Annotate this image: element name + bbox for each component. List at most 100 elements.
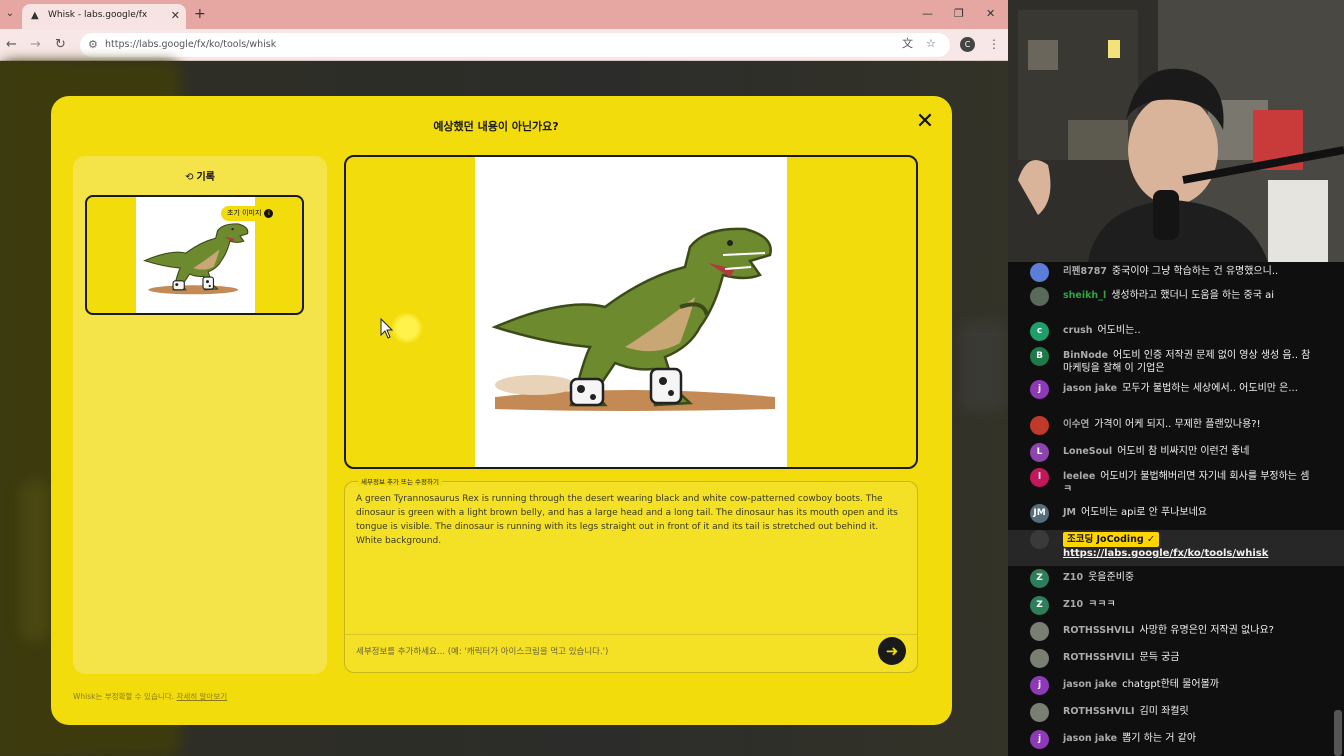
chat-avatar[interactable]: Z	[1030, 596, 1049, 615]
chat-author[interactable]: 이수연	[1063, 419, 1089, 430]
back-arrow-icon[interactable]: ←	[6, 37, 17, 53]
chat-author[interactable]: ROTHSSHVILI	[1063, 652, 1135, 663]
chat-author[interactable]: ROTHSSHVILI	[1063, 625, 1135, 636]
chat-author[interactable]: Z10	[1063, 572, 1083, 583]
feedback-modal: 예상했던 내용이 아닌가요? ✕ ⟲ 기록 초기 이미지 i 세부정보 추가 또…	[51, 96, 952, 725]
chat-author[interactable]: LoneSoul	[1063, 446, 1112, 457]
tab-search-icon[interactable]: ⌄	[2, 6, 18, 22]
chat-message-body: ROTHSSHVILI 김미 좌컬릿	[1063, 705, 1313, 718]
chat-avatar[interactable]: JM	[1030, 504, 1049, 523]
chat-author[interactable]: jason jake	[1063, 383, 1117, 394]
chat-text: 모두가 불법하는 세상에서.. 어도비만 은...	[1122, 383, 1298, 394]
chat-message: ROTHSSHVILI 사망한 유명은인 저작권 없나요?	[1008, 622, 1344, 646]
chat-author[interactable]: ROTHSSHVILI	[1063, 706, 1135, 717]
chat-author[interactable]: 조코딩 JoCoding ✓	[1063, 532, 1159, 547]
chat-message: B BinNode 어도비 인증 저작권 문제 없이 영상 생성 음.. 참 마케팅…	[1008, 347, 1344, 379]
chat-text[interactable]: https://labs.google/fx/ko/tools/whisk	[1063, 548, 1268, 559]
prompt-editor[interactable]: A green Tyrannosaurus Rex is running thr…	[344, 481, 918, 673]
minimize-icon[interactable]: —	[922, 7, 933, 21]
chat-message-body: Z10 ㅋㅋㅋ	[1063, 598, 1313, 611]
profile-avatar[interactable]: C	[960, 37, 975, 52]
chat-avatar[interactable]	[1030, 416, 1049, 435]
history-icon: ⟲	[185, 172, 194, 183]
history-thumbnail[interactable]: 초기 이미지 i	[85, 195, 304, 315]
chat-avatar[interactable]: B	[1030, 347, 1049, 366]
chat-author[interactable]: sheikh_l	[1063, 290, 1106, 301]
chat-avatar[interactable]: Z	[1030, 569, 1049, 588]
info-icon[interactable]: i	[264, 208, 274, 218]
chat-author[interactable]: crush	[1063, 325, 1093, 336]
chat-author[interactable]: JM	[1063, 507, 1076, 518]
chat-avatar[interactable]: j	[1030, 380, 1049, 399]
site-info-icon[interactable]: ⚙	[88, 38, 98, 52]
disclaimer: Whisk는 부정확할 수 있습니다. 자세히 알아보기	[73, 691, 227, 702]
chat-scrollbar[interactable]	[1334, 710, 1342, 756]
chat-text: chatgpt한테 물어볼까	[1122, 679, 1219, 690]
chat-avatar[interactable]: j	[1030, 676, 1049, 695]
chat-avatar[interactable]: L	[1030, 443, 1049, 462]
chat-text: 문득 궁금	[1139, 652, 1180, 663]
chat-message-body: ROTHSSHVILI 사망한 유명은인 저작권 없나요?	[1063, 624, 1313, 637]
forward-arrow-icon[interactable]: →	[30, 37, 41, 53]
chat-avatar[interactable]	[1030, 287, 1049, 306]
disclaimer-text: Whisk는 부정확할 수 있습니다.	[73, 692, 175, 701]
chat-avatar[interactable]	[1030, 649, 1049, 668]
chat-avatar[interactable]	[1030, 703, 1049, 722]
cursor-highlight	[390, 313, 424, 343]
chat-message-body: LoneSoul 어도비 참 비싸지만 이런건 좋네	[1063, 445, 1313, 458]
new-tab-icon[interactable]: +	[194, 6, 206, 22]
chat-message: ROTHSSHVILI 문득 궁금	[1008, 649, 1344, 673]
history-label: 기록	[196, 172, 215, 183]
tab-title: Whisk - labs.google/fx	[48, 10, 148, 20]
chat-message-body: BinNode 어도비 인증 저작권 문제 없이 영상 생성 음.. 참 마케팅을…	[1063, 349, 1313, 375]
chat-message: JM JM 어도비는 api로 안 푸나보네요	[1008, 504, 1344, 528]
screen: ⌄ ▲ Whisk - labs.google/fx ✕ + — ❐ ✕ ← →…	[0, 0, 1344, 756]
chat-author[interactable]: BinNode	[1063, 350, 1108, 361]
more-menu-icon[interactable]: ⋮	[988, 36, 1000, 52]
chat-text: 가격이 어케 되지.. 무제한 플랜있나용?!	[1094, 419, 1261, 430]
reload-icon[interactable]: ↻	[55, 37, 66, 53]
prompt-text[interactable]: A green Tyrannosaurus Rex is running thr…	[356, 492, 904, 548]
chat-author[interactable]: jason jake	[1063, 733, 1117, 744]
browser-tab[interactable]: ▲ Whisk - labs.google/fx ✕	[22, 4, 186, 29]
submit-arrow-button[interactable]: ➜	[878, 637, 906, 665]
chat-avatar[interactable]: j	[1030, 730, 1049, 749]
chat-message-body: JM 어도비는 api로 안 푸나보네요	[1063, 506, 1313, 519]
streamer-video	[1008, 0, 1344, 262]
bookmark-star-icon[interactable]: ☆	[926, 37, 936, 51]
restore-icon[interactable]: ❐	[954, 7, 964, 21]
chat-avatar[interactable]	[1030, 263, 1049, 282]
detail-input[interactable]	[356, 644, 866, 660]
learn-more-link[interactable]: 자세히 알아보기	[176, 692, 227, 701]
chat-author[interactable]: 리펜8787	[1063, 266, 1107, 277]
chat-text: 어도비가 불법해버리면 자기네 회사를 부정하는 셈 ㅋ	[1063, 471, 1310, 495]
chat-text: 어도비는 api로 안 푸나보네요	[1081, 507, 1207, 518]
backdrop-panel	[960, 321, 1008, 411]
chat-message: 이수연 가격이 어케 되지.. 무제한 플랜있나용?!	[1008, 416, 1344, 440]
chat-text: 어도비는..	[1097, 325, 1141, 336]
tab-close-icon[interactable]: ✕	[171, 9, 180, 23]
webcam-feed	[1008, 0, 1344, 262]
chat-message-body: 조코딩 JoCoding ✓https://labs.google/fx/ko/…	[1063, 532, 1313, 560]
window-close-icon[interactable]: ✕	[986, 7, 995, 21]
chat-message: Z Z10 ㅋㅋㅋ	[1008, 596, 1344, 620]
browser-window: ⌄ ▲ Whisk - labs.google/fx ✕ + — ❐ ✕ ← →…	[0, 0, 1008, 756]
chat-message: 리펜8787 중국이야 그냥 학습하는 건 유명했으니..	[1008, 263, 1344, 285]
chat-message-body: sheikh_l 생성하라고 했더니 도움을 하는 중국 ai	[1063, 289, 1313, 302]
chat-text: 뽑기 하는 거 같아	[1122, 733, 1197, 744]
close-icon[interactable]: ✕	[913, 110, 937, 134]
chat-message-body: 리펜8787 중국이야 그냥 학습하는 건 유명했으니..	[1063, 265, 1313, 278]
chat-message: j jason jake chatgpt한테 물어볼까	[1008, 676, 1344, 700]
chat-avatar[interactable]: c	[1030, 322, 1049, 341]
chat-avatar[interactable]	[1030, 530, 1049, 549]
chat-author[interactable]: Z10	[1063, 599, 1083, 610]
generated-image	[475, 157, 787, 467]
chat-author[interactable]: jason jake	[1063, 679, 1117, 690]
chat-author[interactable]: leelee	[1063, 471, 1095, 482]
chat-avatar[interactable]: l	[1030, 468, 1049, 487]
chat-message-body: jason jake chatgpt한테 물어볼까	[1063, 678, 1313, 691]
url-input[interactable]: ⚙ https://labs.google/fx/ko/tools/whisk …	[80, 33, 950, 57]
prompt-divider	[345, 634, 917, 635]
translate-icon[interactable]: 文	[902, 37, 913, 51]
chat-avatar[interactable]	[1030, 622, 1049, 641]
